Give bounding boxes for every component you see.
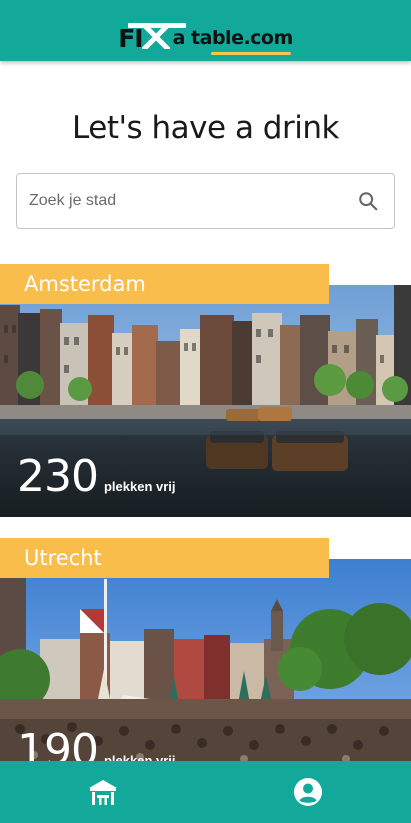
account-icon	[294, 778, 323, 806]
city-card-amsterdam[interactable]: Amsterdam 230 plekken vrij	[0, 264, 411, 517]
search-input[interactable]	[17, 174, 348, 228]
city-photo-utrecht: 190 plekken vrij	[0, 559, 411, 791]
spots-count: 230	[17, 451, 99, 502]
city-card-utrecht[interactable]: Utrecht 190	[0, 538, 411, 791]
city-name-label: Amsterdam	[0, 264, 329, 304]
logo-text-fi: FI	[118, 23, 143, 53]
bottom-nav	[0, 761, 411, 823]
logo-underline	[210, 51, 291, 55]
tables-icon	[88, 780, 117, 805]
app-root: FI a table.com Let's have a drink Zoek j…	[0, 0, 411, 823]
search-box	[16, 173, 395, 229]
logo-text-domain: a table.com	[172, 26, 294, 49]
logo-x-icon	[141, 24, 170, 49]
logo-text-rest: a table.com	[172, 26, 294, 55]
nav-tables-button[interactable]	[73, 762, 133, 822]
logo-x-mark	[127, 11, 186, 51]
city-photo-amsterdam: 230 plekken vrij	[0, 285, 411, 517]
search-icon[interactable]	[348, 181, 388, 221]
spots-label: plekken vrij	[103, 479, 176, 494]
page-title: Let's have a drink	[72, 110, 339, 146]
city-name-label: Utrecht	[0, 538, 329, 578]
app-header: FI a table.com	[0, 0, 411, 61]
nav-account-button[interactable]	[278, 762, 338, 822]
spots-available: 230 plekken vrij	[17, 455, 176, 499]
logo[interactable]: FI a table.com	[118, 11, 294, 55]
